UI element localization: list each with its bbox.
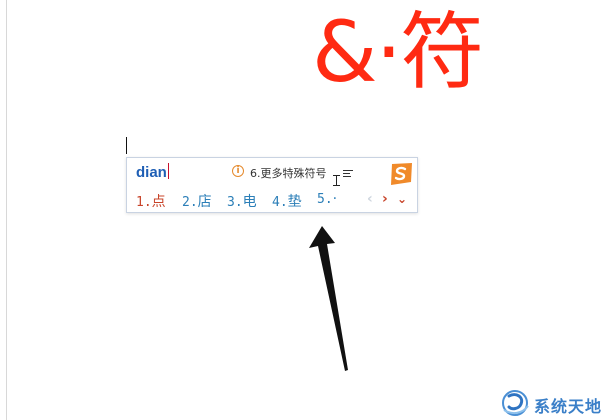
- document-heading-text: &·符: [312, 3, 484, 101]
- pointer-arrow-icon: [309, 226, 348, 371]
- mouse-ibeam-cursor-icon: [333, 175, 340, 186]
- candidate-list: 1.点 2.店 3.电 4.垫 5.· ‹ › ⌄: [127, 187, 417, 213]
- expand-chevron-icon[interactable]: ⌄: [397, 190, 407, 208]
- menu-lines-icon[interactable]: [343, 170, 353, 179]
- next-page-icon[interactable]: ›: [382, 190, 388, 208]
- candidate-2[interactable]: 2.店: [182, 191, 212, 211]
- pinyin-composition[interactable]: dian: [136, 163, 169, 181]
- more-symbols-tip[interactable]: 6.更多特殊符号: [250, 165, 327, 181]
- candidate-1[interactable]: 1.点: [136, 191, 166, 211]
- ime-candidate-window: dian i 6.更多特殊符号 1.点 2.店 3.电 4.垫 5.· ‹ › …: [126, 157, 418, 213]
- candidate-3[interactable]: 3.电: [227, 191, 257, 211]
- sogou-logo-icon[interactable]: [386, 161, 416, 187]
- pinyin-text: dian: [136, 164, 167, 181]
- watermark-text: 系统天地: [534, 397, 602, 416]
- prev-page-icon[interactable]: ‹: [367, 190, 373, 208]
- text-cursor: [126, 137, 127, 154]
- pinyin-caret: [167, 163, 169, 179]
- ime-composition-bar: dian i 6.更多特殊符号: [127, 158, 417, 186]
- candidate-4[interactable]: 4.垫: [272, 191, 302, 211]
- candidate-5[interactable]: 5.·: [317, 191, 337, 207]
- watermark: 系统天地: [500, 388, 602, 418]
- watermark-logo-icon: [502, 390, 529, 416]
- info-icon: i: [232, 165, 244, 177]
